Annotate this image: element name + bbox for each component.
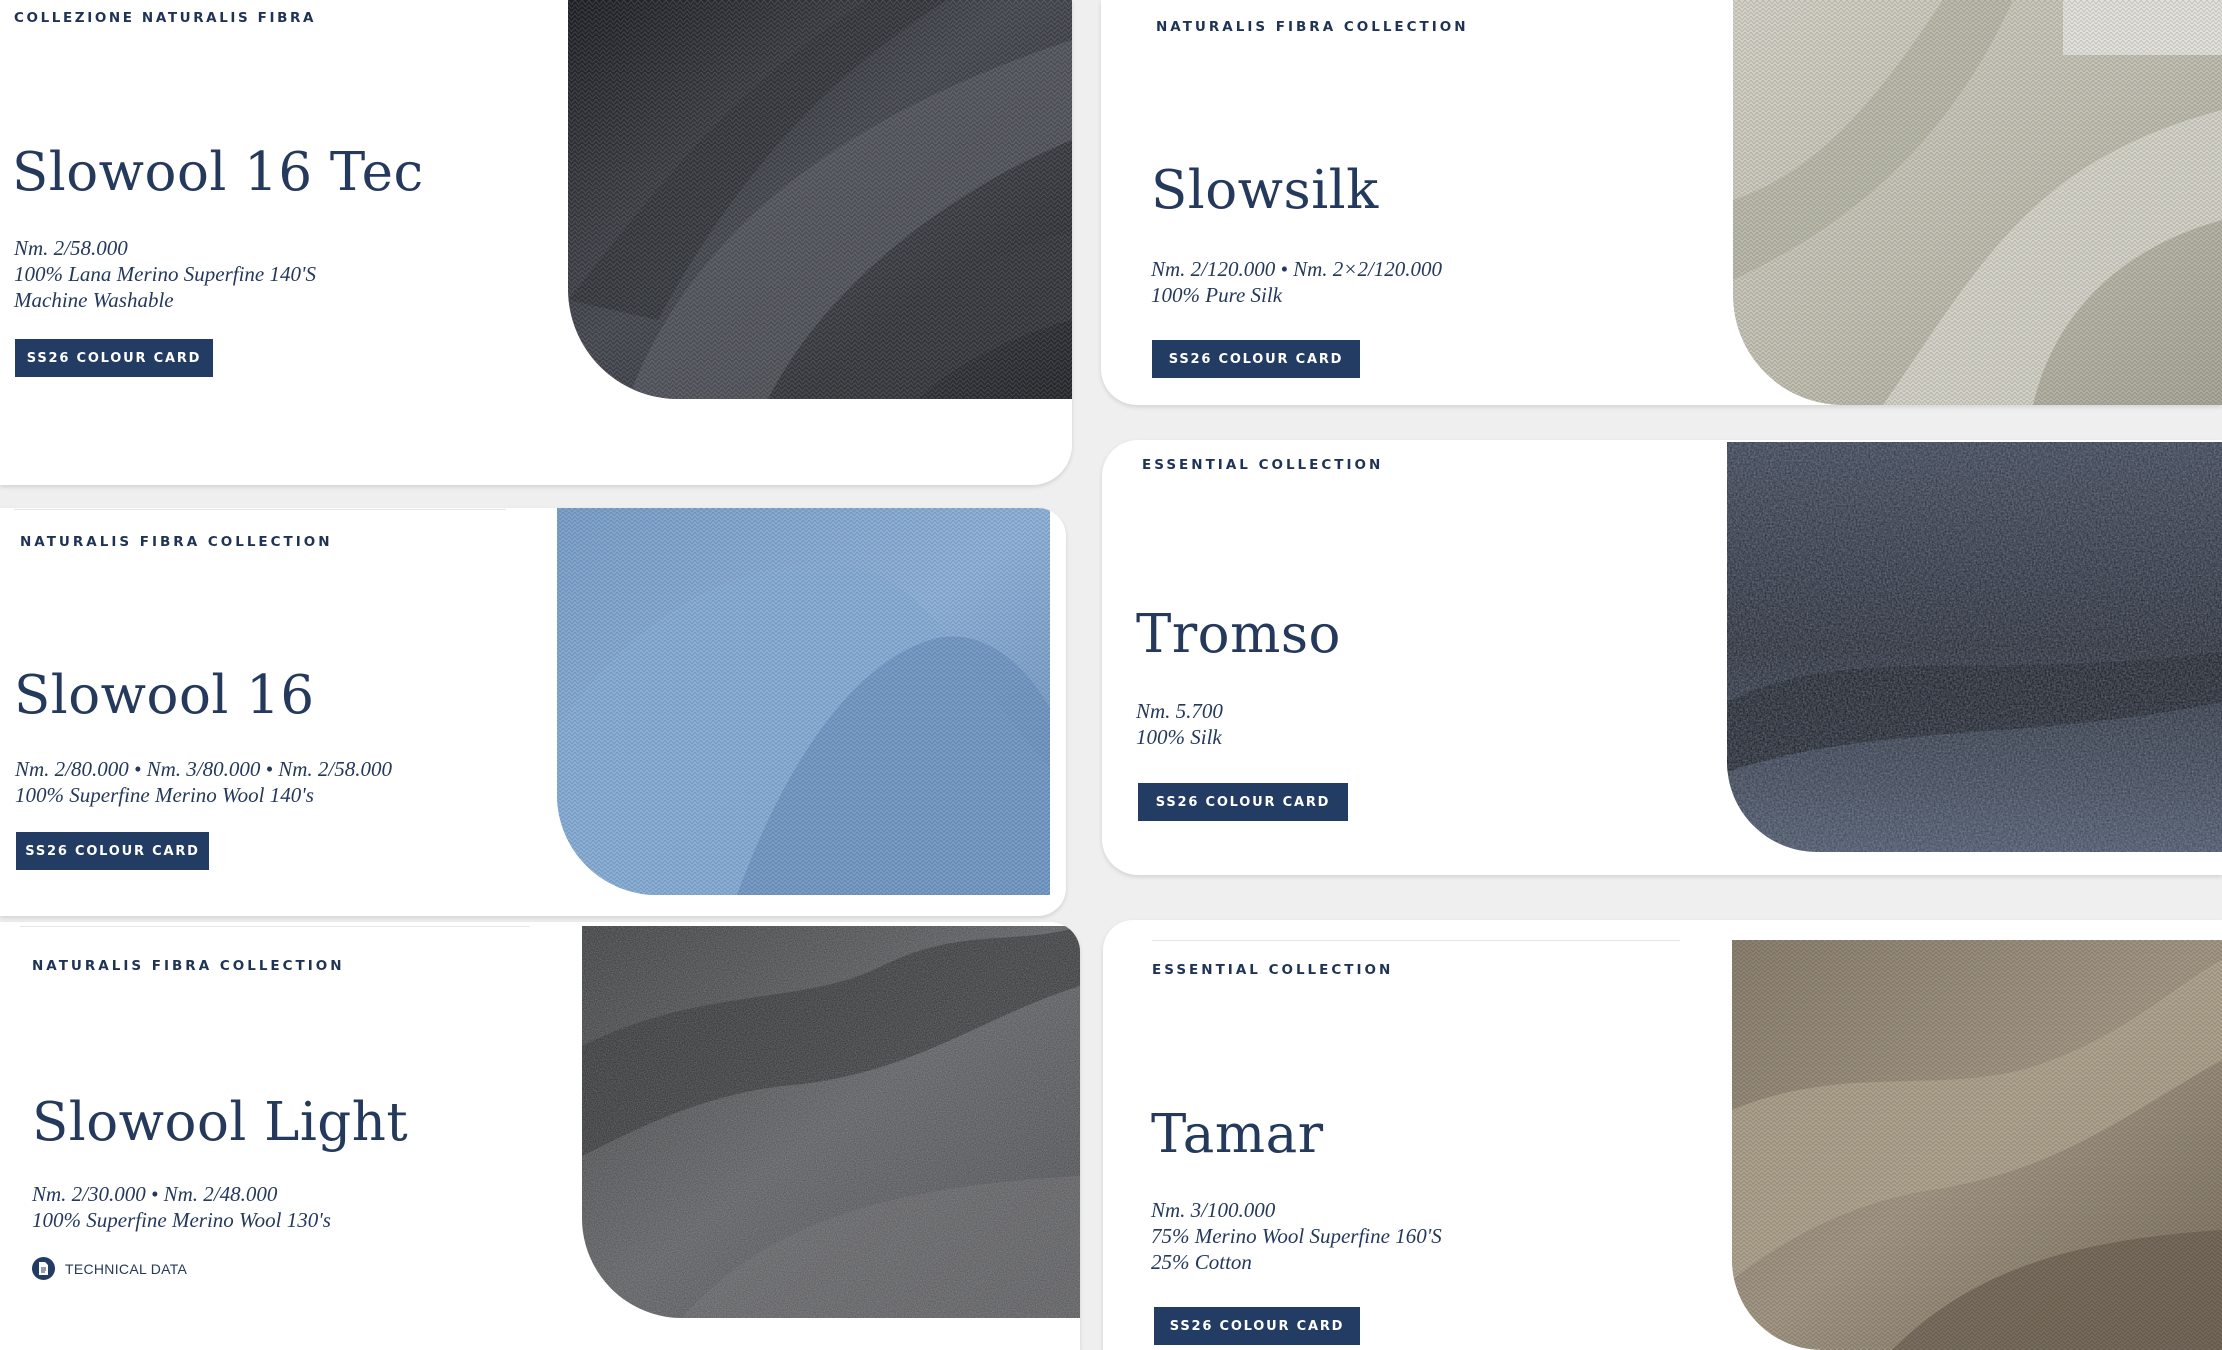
product-card-slowool-16: NATURALIS FIBRA COLLECTION Slowool 16 Nm…	[0, 508, 1066, 916]
spec-composition: 100% Superfine Merino Wool 140's	[15, 783, 314, 807]
colour-card-button[interactable]: SS26 COLOUR CARD	[1152, 340, 1360, 378]
spec-composition: 100% Lana Merino Superfine 140'S	[14, 262, 316, 286]
fabric-image-charcoal	[568, 0, 1072, 399]
product-card-slowool-16-tec: COLLEZIONE NATURALIS FIBRA Slowool 16 Te…	[0, 0, 1072, 485]
divider	[20, 926, 530, 927]
fabric-image-ivory	[1733, 0, 2222, 405]
spec-count: Nm. 2/30.000 • Nm. 2/48.000	[32, 1182, 278, 1206]
spec-count: Nm. 3/100.000	[1151, 1198, 1276, 1222]
product-specs: Nm. 2/80.000 • Nm. 3/80.000 • Nm. 2/58.0…	[15, 756, 392, 808]
product-title: Slowsilk	[1151, 160, 1379, 221]
spec-count: Nm. 2/80.000 • Nm. 3/80.000 • Nm. 2/58.0…	[15, 757, 392, 781]
product-specs: Nm. 2/120.000 • Nm. 2×2/120.000 100% Pur…	[1151, 256, 1442, 308]
collection-label: ESSENTIAL COLLECTION	[1142, 457, 1384, 473]
product-title: Slowool Light	[32, 1092, 409, 1153]
product-specs: Nm. 3/100.000 75% Merino Wool Superfine …	[1151, 1197, 1442, 1275]
spec-care: Machine Washable	[14, 288, 174, 312]
product-card-tromso: ESSENTIAL COLLECTION Tromso Nm. 5.700 10…	[1102, 440, 2222, 875]
colour-card-button[interactable]: SS26 COLOUR CARD	[1154, 1307, 1360, 1345]
product-specs: Nm. 2/58.000 100% Lana Merino Superfine …	[14, 235, 316, 313]
collection-label: NATURALIS FIBRA COLLECTION	[1156, 19, 1469, 35]
technical-data-label: TECHNICAL DATA	[65, 1260, 188, 1277]
fabric-image-grey	[582, 926, 1080, 1318]
spec-count: Nm. 2/58.000	[14, 236, 128, 260]
spec-composition-wool: 75% Merino Wool Superfine 160'S	[1151, 1224, 1442, 1248]
technical-data-link[interactable]: TECHNICAL DATA	[32, 1257, 187, 1280]
product-specs: Nm. 2/30.000 • Nm. 2/48.000 100% Superfi…	[32, 1181, 331, 1233]
divider	[14, 509, 506, 510]
colour-card-button[interactable]: SS26 COLOUR CARD	[15, 339, 213, 377]
colour-card-button[interactable]: SS26 COLOUR CARD	[16, 832, 209, 870]
spec-composition: 100% Silk	[1136, 725, 1222, 749]
product-title: Slowool 16 Tec	[12, 142, 424, 203]
spec-count: Nm. 5.700	[1136, 699, 1223, 723]
fabric-image-light-blue	[557, 508, 1050, 895]
colour-card-button[interactable]: SS26 COLOUR CARD	[1138, 783, 1348, 821]
collection-label: COLLEZIONE NATURALIS FIBRA	[14, 10, 317, 26]
product-card-slowool-light: NATURALIS FIBRA COLLECTION Slowool Light…	[0, 922, 1080, 1350]
spec-composition: 100% Pure Silk	[1151, 283, 1283, 307]
document-icon	[32, 1257, 55, 1280]
product-card-tamar: ESSENTIAL COLLECTION Tamar Nm. 3/100.000…	[1103, 920, 2222, 1350]
spec-composition-cotton: 25% Cotton	[1151, 1250, 1252, 1274]
product-card-slowsilk: NATURALIS FIBRA COLLECTION Slowsilk Nm. …	[1101, 0, 2222, 405]
product-specs: Nm. 5.700 100% Silk	[1136, 698, 1223, 750]
collection-label: NATURALIS FIBRA COLLECTION	[20, 534, 333, 550]
product-title: Slowool 16	[14, 665, 315, 726]
fabric-image-navy	[1727, 442, 2222, 852]
collection-label: ESSENTIAL COLLECTION	[1152, 962, 1394, 978]
divider	[1152, 940, 1680, 941]
collection-label: NATURALIS FIBRA COLLECTION	[32, 958, 345, 974]
fabric-image-taupe	[1732, 940, 2222, 1350]
product-title: Tamar	[1151, 1104, 1324, 1165]
spec-count: Nm. 2/120.000 • Nm. 2×2/120.000	[1151, 257, 1443, 281]
product-title: Tromso	[1136, 604, 1341, 665]
spec-composition: 100% Superfine Merino Wool 130's	[32, 1208, 331, 1232]
